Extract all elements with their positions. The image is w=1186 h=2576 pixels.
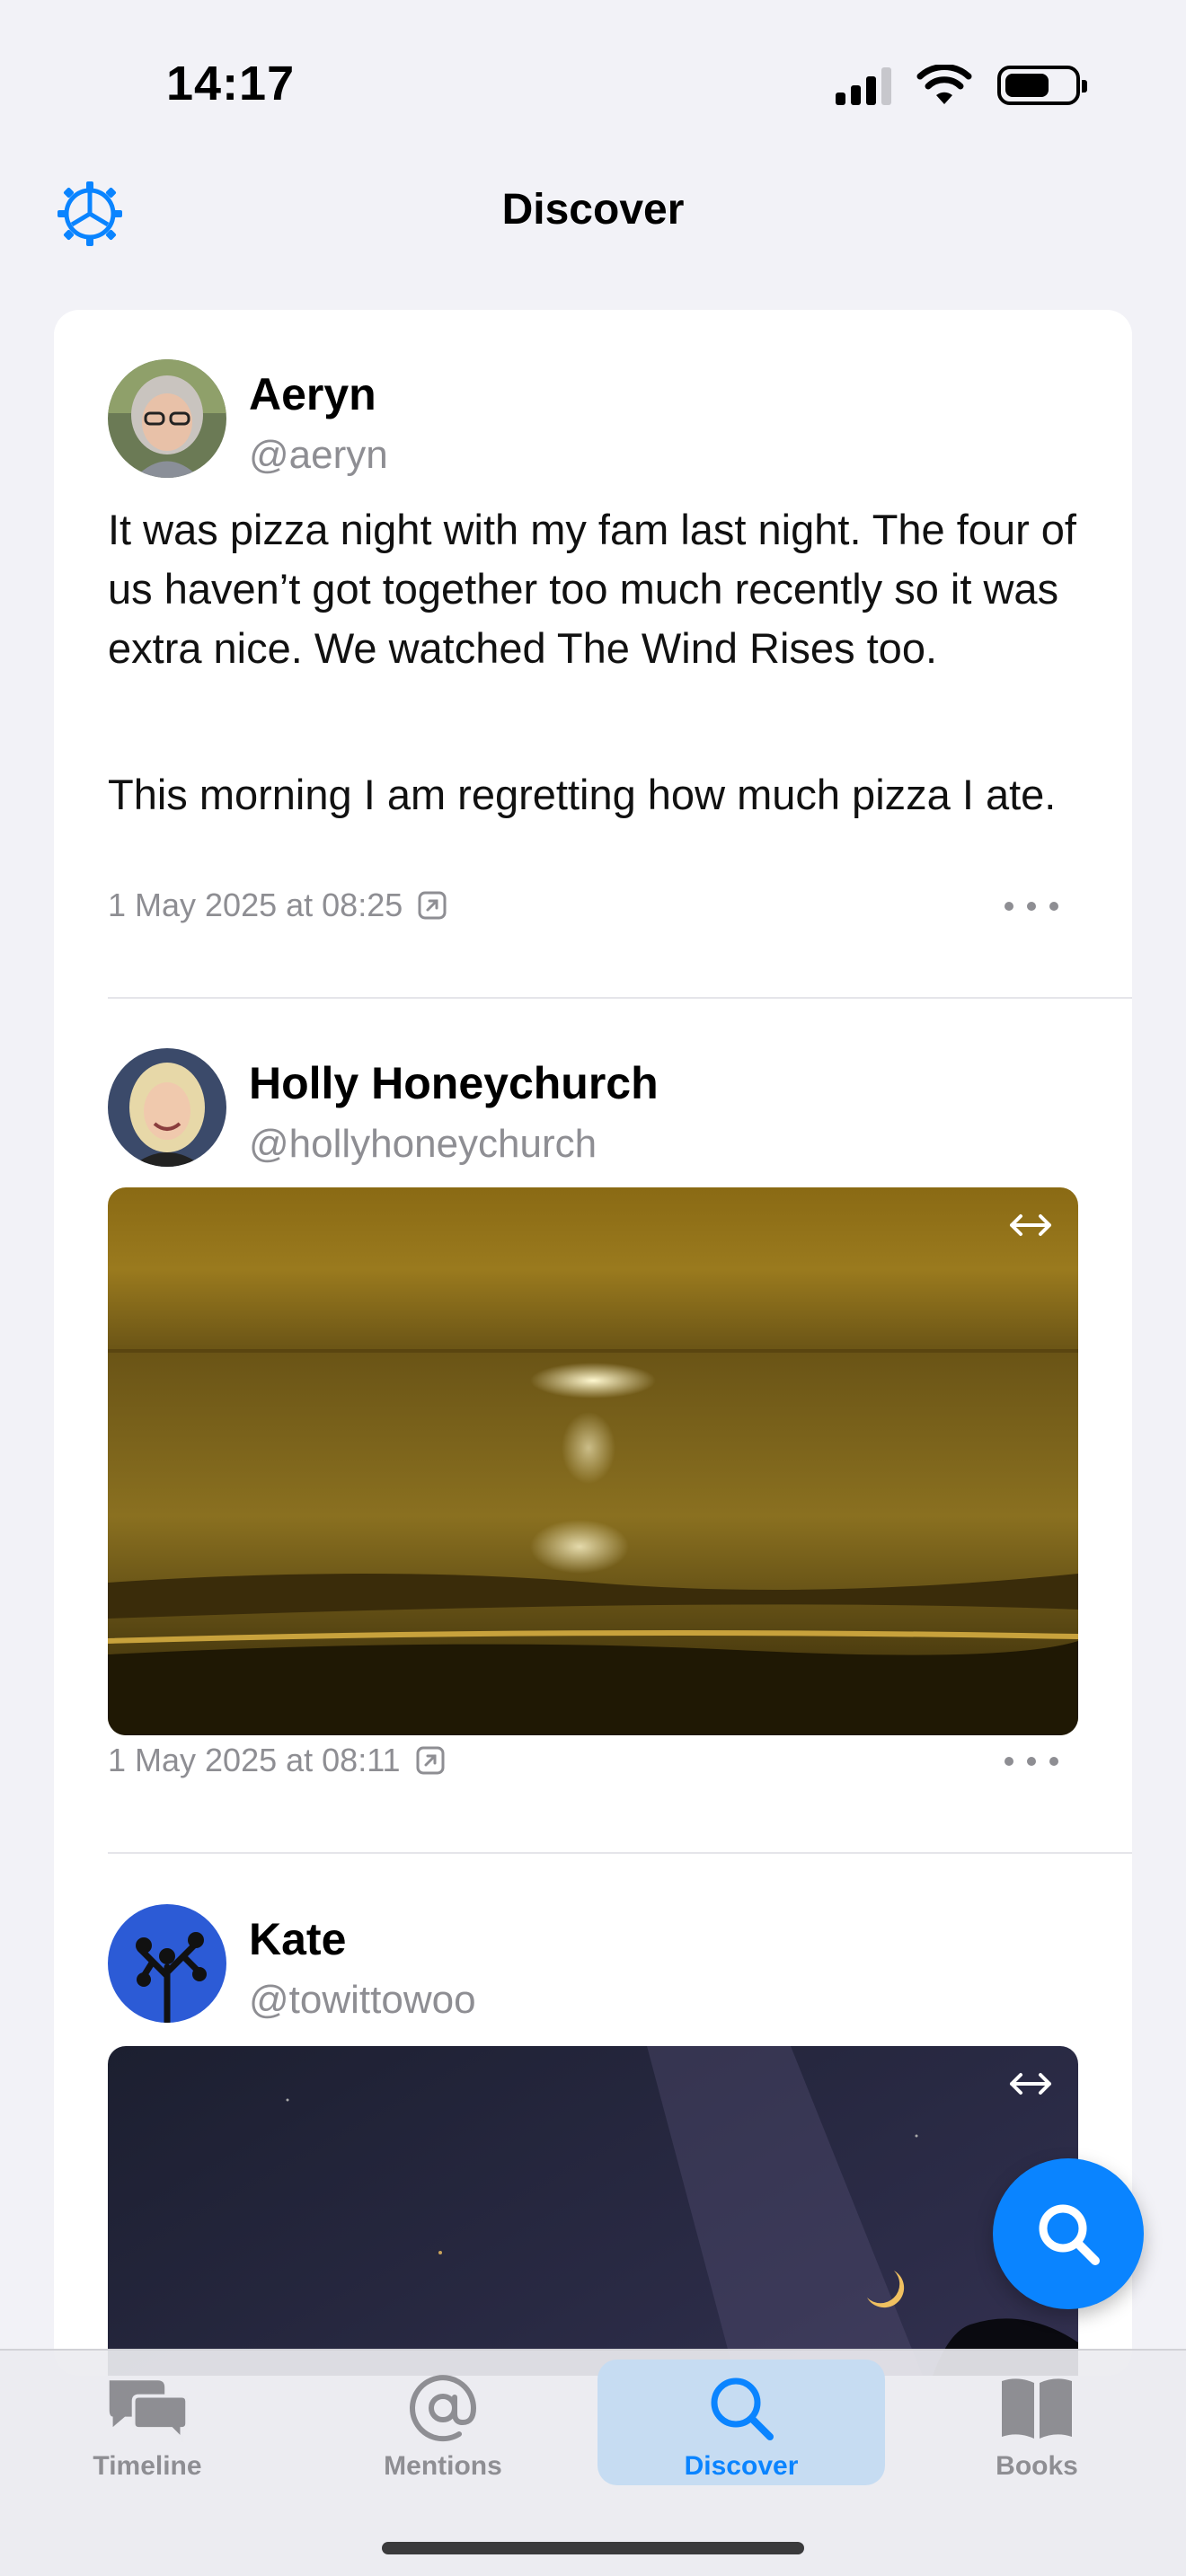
navigation-bar: Discover [0,162,1186,260]
more-options-button[interactable] [1005,1743,1058,1779]
search-icon [698,2372,784,2444]
avatar[interactable] [108,1048,226,1167]
home-indicator [382,2542,804,2554]
wifi-icon [916,65,972,104]
post-photo[interactable] [108,2046,1078,2376]
post-divider [108,1852,1132,1854]
tab-bar: Timeline Mentions Discover Books [0,2349,1186,2576]
status-time: 14:17 [166,57,296,110]
post-date[interactable]: 1 May 2025 at 08:11 [108,1742,401,1779]
external-link-icon[interactable] [417,890,447,921]
battery-icon [997,66,1087,105]
avatar[interactable] [108,359,226,478]
author-handle[interactable]: @hollyhoneychurch [249,1122,597,1167]
discover-feed: Aeryn @aeryn It was pizza night with my … [54,310,1132,2376]
status-icons [836,65,1087,106]
author-name[interactable]: Kate [249,1913,346,1965]
search-icon [1039,2204,1100,2265]
status-bar: 14:17 [0,0,1186,162]
at-sign-icon [400,2372,486,2444]
post-item[interactable]: Holly Honeychurch @hollyhoneychurch [108,1048,1132,1735]
page-title: Discover [501,186,685,234]
tab-label: Books [996,2451,1078,2481]
post-meta: 1 May 2025 at 08:11 [108,1738,1087,1783]
expand-icon[interactable] [1006,2066,1055,2102]
post-text: It was pizza night with my fam last nigh… [108,506,1076,672]
speech-bubbles-icon [104,2372,190,2444]
tab-timeline[interactable]: Timeline [4,2360,291,2485]
post-divider [108,997,1132,999]
tab-books[interactable]: Books [893,2360,1181,2485]
cellular-signal-icon [836,66,891,105]
external-link-icon[interactable] [415,1745,446,1776]
avatar[interactable] [108,1904,226,2023]
expand-icon[interactable] [1006,1207,1055,1243]
post-meta: 1 May 2025 at 08:25 [108,883,1087,928]
author-handle[interactable]: @aeryn [249,433,388,478]
author-handle[interactable]: @towittowoo [249,1978,476,2023]
tab-discover[interactable]: Discover [597,2360,885,2485]
author-name[interactable]: Holly Honeychurch [249,1057,659,1109]
post-text: This morning I am regretting how much pi… [108,771,1057,818]
post-date[interactable]: 1 May 2025 at 08:25 [108,887,403,924]
author-name[interactable]: Aeryn [249,368,376,420]
tab-mentions[interactable]: Mentions [299,2360,587,2485]
tab-label: Discover [684,2451,799,2481]
post-item[interactable]: Aeryn @aeryn It was pizza night with my … [108,359,1132,818]
post-item[interactable]: Kate @towittowoo [108,1904,1132,2376]
book-icon [994,2372,1080,2444]
tab-label: Timeline [93,2451,202,2481]
more-options-button[interactable] [1005,888,1058,924]
post-photo[interactable] [108,1187,1078,1735]
tab-label: Mentions [384,2451,502,2481]
search-button[interactable] [993,2158,1144,2309]
